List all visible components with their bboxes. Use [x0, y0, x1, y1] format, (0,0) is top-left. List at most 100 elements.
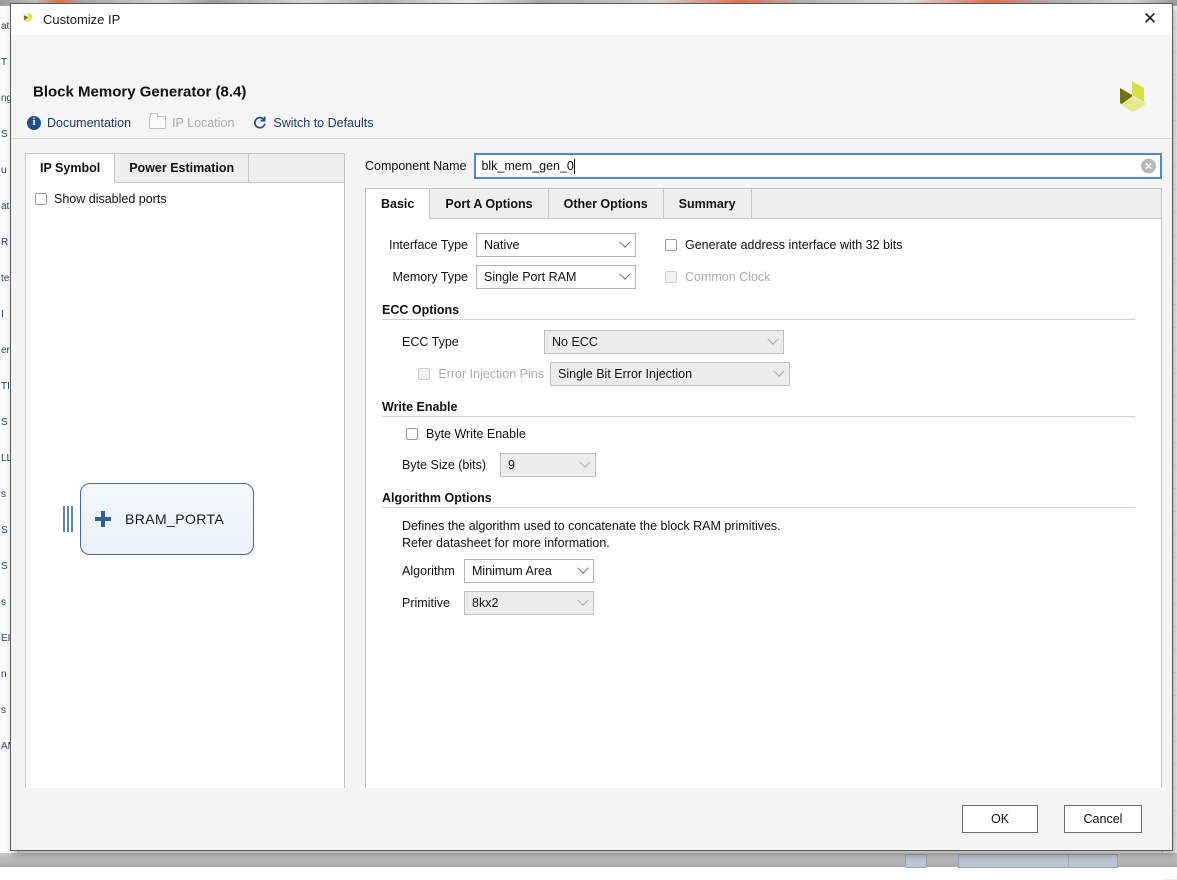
- write-enable-divider: [382, 416, 1135, 417]
- byte-write-enable-row[interactable]: Byte Write Enable: [402, 427, 1135, 441]
- byte-write-enable-label: Byte Write Enable: [426, 427, 526, 441]
- xilinx-logo-icon: [21, 12, 35, 26]
- switch-to-defaults-label: Switch to Defaults: [273, 115, 374, 130]
- tab-other-options[interactable]: Other Options: [548, 189, 664, 218]
- clear-circle-icon[interactable]: [1141, 158, 1156, 174]
- algorithm-options-group: Algorithm Options Defines the algorithm …: [382, 491, 1135, 615]
- component-name-input[interactable]: blk_mem_gen_0: [474, 153, 1162, 179]
- interface-type-value: Native: [484, 238, 520, 252]
- bram-porta-block[interactable]: BRAM_PORTA: [63, 483, 254, 555]
- algorithm-description-line-1: Defines the algorithm used to concatenat…: [402, 519, 781, 533]
- backdrop-taskbar: [0, 853, 1177, 868]
- cancel-button[interactable]: Cancel: [1064, 805, 1142, 833]
- ok-button[interactable]: OK: [962, 805, 1038, 833]
- ecc-options-body: ECC Type No ECC Error Injection Pins Sin…: [382, 330, 1135, 386]
- ip-symbol-panel: IP Symbol Power Estimation Show disabled…: [25, 153, 345, 788]
- ip-title: Block Memory Generator (8.4): [33, 83, 247, 101]
- ecc-options-divider: [382, 319, 1135, 320]
- algorithm-row: Algorithm Minimum Area: [402, 559, 1135, 583]
- close-icon[interactable]: ✕: [1128, 5, 1172, 34]
- chevron-down-icon: [619, 236, 631, 248]
- show-disabled-ports-label: Show disabled ports: [54, 192, 167, 206]
- generate-address-interface-row[interactable]: Generate address interface with 32 bits: [665, 238, 902, 252]
- error-injection-type-value: Single Bit Error Injection: [558, 367, 693, 381]
- options-tab-pane: Basic Port A Options Other Options Summa…: [365, 188, 1162, 788]
- tab-power-estimation[interactable]: Power Estimation: [115, 154, 250, 182]
- options-tab-filler: [751, 189, 1161, 218]
- algorithm-label: Algorithm: [402, 564, 455, 578]
- byte-size-select: 9: [500, 453, 596, 477]
- dialog-title: Customize IP: [43, 11, 121, 27]
- error-injection-type-select: Single Bit Error Injection: [550, 362, 790, 386]
- ecc-type-row: ECC Type No ECC: [402, 330, 1135, 354]
- algorithm-options-divider: [382, 507, 1135, 508]
- ecc-type-label: ECC Type: [402, 335, 459, 349]
- tab-basic-label: Basic: [381, 196, 415, 211]
- chevron-down-icon: [619, 268, 631, 280]
- documentation-button[interactable]: i Documentation: [27, 115, 132, 130]
- ecc-type-select: No ECC: [544, 330, 784, 354]
- tab-summary[interactable]: Summary: [663, 189, 752, 218]
- ecc-options-group: ECC Options ECC Type No ECC Error Inject…: [382, 303, 1135, 386]
- left-tab-filler: [249, 154, 344, 182]
- tab-ip-symbol[interactable]: IP Symbol: [26, 154, 116, 183]
- configuration-panel: Component Name blk_mem_gen_0 Basic Port …: [365, 153, 1162, 788]
- error-injection-pins-check-wrap: Error Injection Pins: [402, 367, 550, 381]
- documentation-label: Documentation: [47, 115, 132, 130]
- algorithm-options-body: Defines the algorithm used to concatenat…: [382, 518, 1135, 615]
- ecc-type-value: No ECC: [552, 335, 598, 349]
- plus-icon[interactable]: [95, 511, 111, 527]
- tab-other-options-label: Other Options: [563, 196, 648, 211]
- chevron-down-icon: [577, 594, 589, 606]
- byte-write-enable-checkbox[interactable]: [406, 428, 418, 440]
- algorithm-description-line-2: Refer datasheet for more information.: [402, 536, 610, 550]
- basic-tab-content: Interface Type Native Generate address i…: [366, 219, 1161, 788]
- bus-stub-icon: [63, 506, 73, 532]
- write-enable-title: Write Enable: [382, 400, 458, 414]
- common-clock-label: Common Clock: [685, 270, 771, 284]
- show-disabled-ports-checkbox[interactable]: [35, 193, 47, 205]
- ip-symbol-canvas: Show disabled ports BRAM_PORTA: [26, 183, 344, 788]
- byte-size-value: 9: [508, 458, 515, 472]
- component-name-row: Component Name blk_mem_gen_0: [365, 153, 1162, 179]
- memory-type-label: Memory Type: [392, 270, 469, 284]
- interface-type-label: Interface Type: [389, 238, 468, 252]
- memory-type-value: Single Port RAM: [484, 270, 577, 284]
- write-enable-body: Byte Write Enable Byte Size (bits) 9: [382, 427, 1135, 477]
- interface-type-select[interactable]: Native: [476, 233, 636, 257]
- dialog-footer: OK Cancel: [11, 788, 1172, 850]
- common-clock-row: Common Clock: [665, 270, 770, 284]
- byte-size-label: Byte Size (bits): [402, 458, 487, 472]
- tab-basic[interactable]: Basic: [366, 189, 431, 219]
- bram-symbol: BRAM_PORTA: [63, 483, 254, 555]
- chevron-down-icon: [773, 365, 785, 377]
- tab-port-a-options-label: Port A Options: [445, 196, 533, 211]
- info-icon: i: [27, 115, 41, 130]
- primitive-value: 8kx2: [472, 596, 499, 610]
- byte-size-row: Byte Size (bits) 9: [402, 453, 1135, 477]
- chevron-down-icon: [579, 456, 591, 468]
- generate-address-interface-label: Generate address interface with 32 bits: [685, 238, 903, 252]
- tab-port-a-options[interactable]: Port A Options: [430, 189, 549, 218]
- generate-address-interface-checkbox[interactable]: [665, 239, 677, 251]
- tab-ip-symbol-label: IP Symbol: [40, 161, 101, 175]
- show-disabled-ports-row[interactable]: Show disabled ports: [26, 183, 344, 206]
- memory-type-select[interactable]: Single Port RAM: [476, 265, 636, 289]
- component-name-label: Component Name: [365, 159, 467, 173]
- error-injection-pins-checkbox: [418, 368, 431, 380]
- switch-to-defaults-button[interactable]: Switch to Defaults: [252, 115, 373, 130]
- chevron-down-icon: [577, 562, 589, 574]
- primitive-row: Primitive 8kx2: [402, 591, 1135, 615]
- write-enable-group: Write Enable Byte Write Enable Byte Size…: [382, 400, 1135, 477]
- ecc-options-title: ECC Options: [382, 303, 460, 317]
- ip-location-label: IP Location: [172, 115, 235, 130]
- dialog-title-bar: Customize IP ✕: [11, 4, 1172, 35]
- algorithm-value: Minimum Area: [472, 564, 552, 578]
- algorithm-select[interactable]: Minimum Area: [464, 559, 594, 583]
- dialog-header: Block Memory Generator (8.4) i Documenta…: [11, 35, 1172, 139]
- left-panel-tab-bar: IP Symbol Power Estimation: [26, 154, 344, 183]
- xilinx-logo-large-icon: [1110, 79, 1154, 119]
- refresh-icon: [252, 115, 267, 130]
- byte-write-enable-wrap[interactable]: Byte Write Enable: [406, 427, 526, 441]
- component-name-value: blk_mem_gen_0: [481, 159, 574, 173]
